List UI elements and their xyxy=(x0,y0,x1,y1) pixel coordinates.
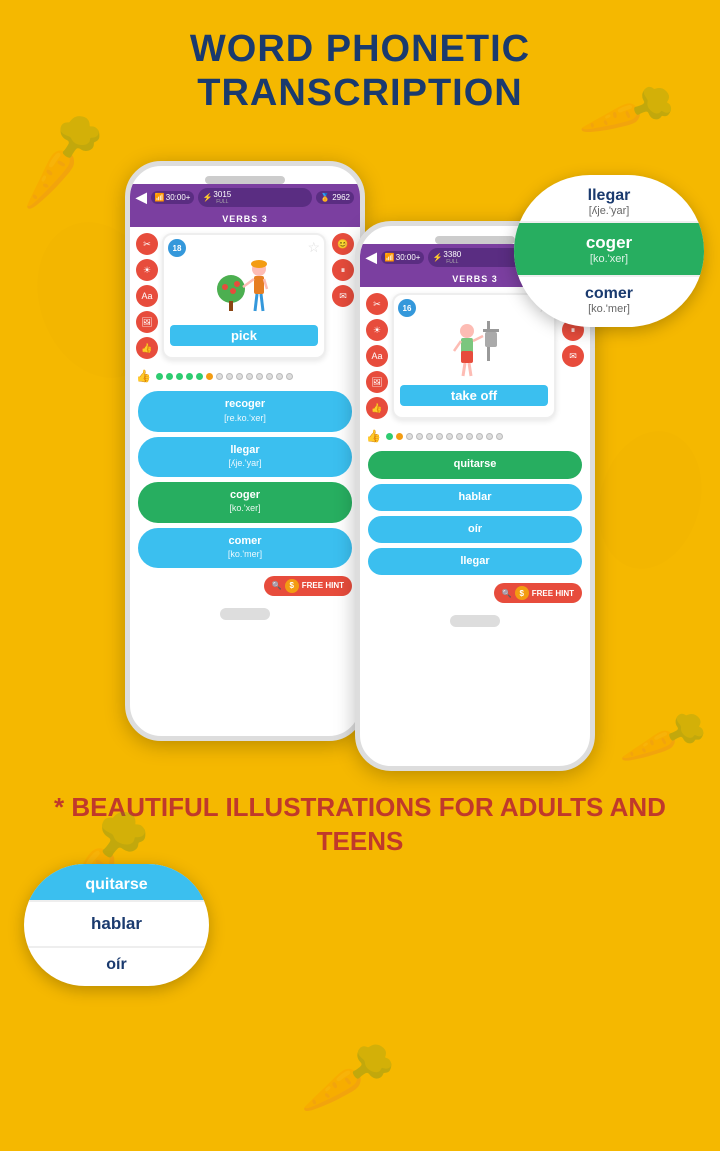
card-badge-right: 16 xyxy=(398,299,416,317)
phone-notch-right xyxy=(435,236,515,244)
option-left-0[interactable]: recoger[re.ko.'xer] xyxy=(138,391,352,431)
icon-scissors[interactable]: ✂ xyxy=(136,233,158,255)
icon-thumb-r[interactable]: 👍 xyxy=(366,397,388,419)
progress-dots-left: 👍 xyxy=(130,365,360,387)
home-button-right[interactable] xyxy=(450,615,500,627)
hint-button-left[interactable]: 🔍 $ FREE HINT xyxy=(264,576,352,596)
bubble-hablar: hablar xyxy=(24,902,209,946)
icon-face[interactable]: 😊 xyxy=(332,233,354,255)
icon-text[interactable]: Aa xyxy=(136,285,158,307)
card-illustration-left xyxy=(209,251,279,321)
card-star-left[interactable]: ☆ xyxy=(307,239,320,256)
bubble-comer: comer [ko.'mer] xyxy=(514,277,704,327)
card-area-left: ✂ ☀ Aa 🖼 👍 18 ☆ xyxy=(130,227,360,365)
option-right-3[interactable]: llegar xyxy=(368,548,582,575)
page-title: WORD PHONETIC TRANSCRIPTION xyxy=(0,0,720,131)
card-word-left: pick xyxy=(170,325,318,346)
icon-sun[interactable]: ☀ xyxy=(136,259,158,281)
phone-notch-left xyxy=(205,176,285,184)
left-side-icons-right: ✂ ☀ Aa 🖼 👍 xyxy=(366,293,388,419)
hint-bar-left: 🔍 $ FREE HINT xyxy=(130,572,360,600)
flash-card-left: 18 ☆ xyxy=(162,233,326,359)
bubble-left: quitarse hablar oír xyxy=(24,864,209,986)
progress-dots-right: 👍 xyxy=(360,425,590,447)
hint-button-right[interactable]: 🔍 $ FREE HINT xyxy=(494,583,582,603)
card-badge-left: 18 xyxy=(168,239,186,257)
right-side-icons-left: 😊 ⏸ ✉ xyxy=(332,233,354,359)
icon-image[interactable]: 🖼 xyxy=(136,311,158,333)
bubble-quitarse: quitarse xyxy=(24,864,209,900)
options-list-right: quitarse hablar oír llegar xyxy=(360,447,590,579)
svg-text:🥕: 🥕 xyxy=(299,1032,399,1124)
option-left-1[interactable]: llegar[ʎje.'yar] xyxy=(138,437,352,477)
timer-left: 📶 30:00+ xyxy=(151,191,195,204)
option-right-0[interactable]: quitarse xyxy=(368,451,582,478)
hint-coin-right: $ xyxy=(515,586,529,600)
bubble-llegar: llegar [ʎje.'yar] xyxy=(514,175,704,221)
icon-mail-r[interactable]: ✉ xyxy=(562,345,584,367)
status-bar-left: ◀ 📶 30:00+ ⚡ 3015 FULL 🏅 2962 xyxy=(130,184,360,211)
icon-thumb[interactable]: 👍 xyxy=(136,337,158,359)
icon-image-r[interactable]: 🖼 xyxy=(366,371,388,393)
icon-mail[interactable]: ✉ xyxy=(332,285,354,307)
phone-left: ◀ 📶 30:00+ ⚡ 3015 FULL 🏅 2962 xyxy=(125,161,365,741)
thumb-icon-right: 👍 xyxy=(366,429,381,443)
hint-bar-right: 🔍 $ FREE HINT xyxy=(360,579,590,607)
option-left-3[interactable]: comer[ko.'mer] xyxy=(138,528,352,568)
back-button-left[interactable]: ◀ xyxy=(136,189,147,206)
icon-sun-r[interactable]: ☀ xyxy=(366,319,388,341)
option-right-2[interactable]: oír xyxy=(368,516,582,543)
bubble-coger: coger [ko.'xer] xyxy=(514,223,704,275)
option-left-2[interactable]: coger[ko.'xer] xyxy=(138,482,352,522)
options-list-left: recoger[re.ko.'xer] llegar[ʎje.'yar] cog… xyxy=(130,387,360,572)
card-illustration-right xyxy=(439,311,509,381)
bubble-right: llegar [ʎje.'yar] coger [ko.'xer] comer … xyxy=(514,175,704,327)
back-button-right[interactable]: ◀ xyxy=(366,249,377,266)
card-word-right: take off xyxy=(400,385,548,406)
icon-text-r[interactable]: Aa xyxy=(366,345,388,367)
timer-right: 📶 30:00+ xyxy=(381,251,425,264)
hint-coin-left: $ xyxy=(285,579,299,593)
home-button-left[interactable] xyxy=(220,608,270,620)
bubble-oir: oír xyxy=(24,948,209,986)
icon-scissors-r[interactable]: ✂ xyxy=(366,293,388,315)
category-label-left: VERBS 3 xyxy=(130,211,360,227)
score-left: ⚡ 3015 FULL xyxy=(198,188,312,207)
medal-left: 🏅 2962 xyxy=(316,191,354,204)
option-right-1[interactable]: hablar xyxy=(368,484,582,511)
left-side-icons: ✂ ☀ Aa 🖼 👍 xyxy=(136,233,158,359)
icon-pause[interactable]: ⏸ xyxy=(332,259,354,281)
thumb-icon-left: 👍 xyxy=(136,369,151,383)
